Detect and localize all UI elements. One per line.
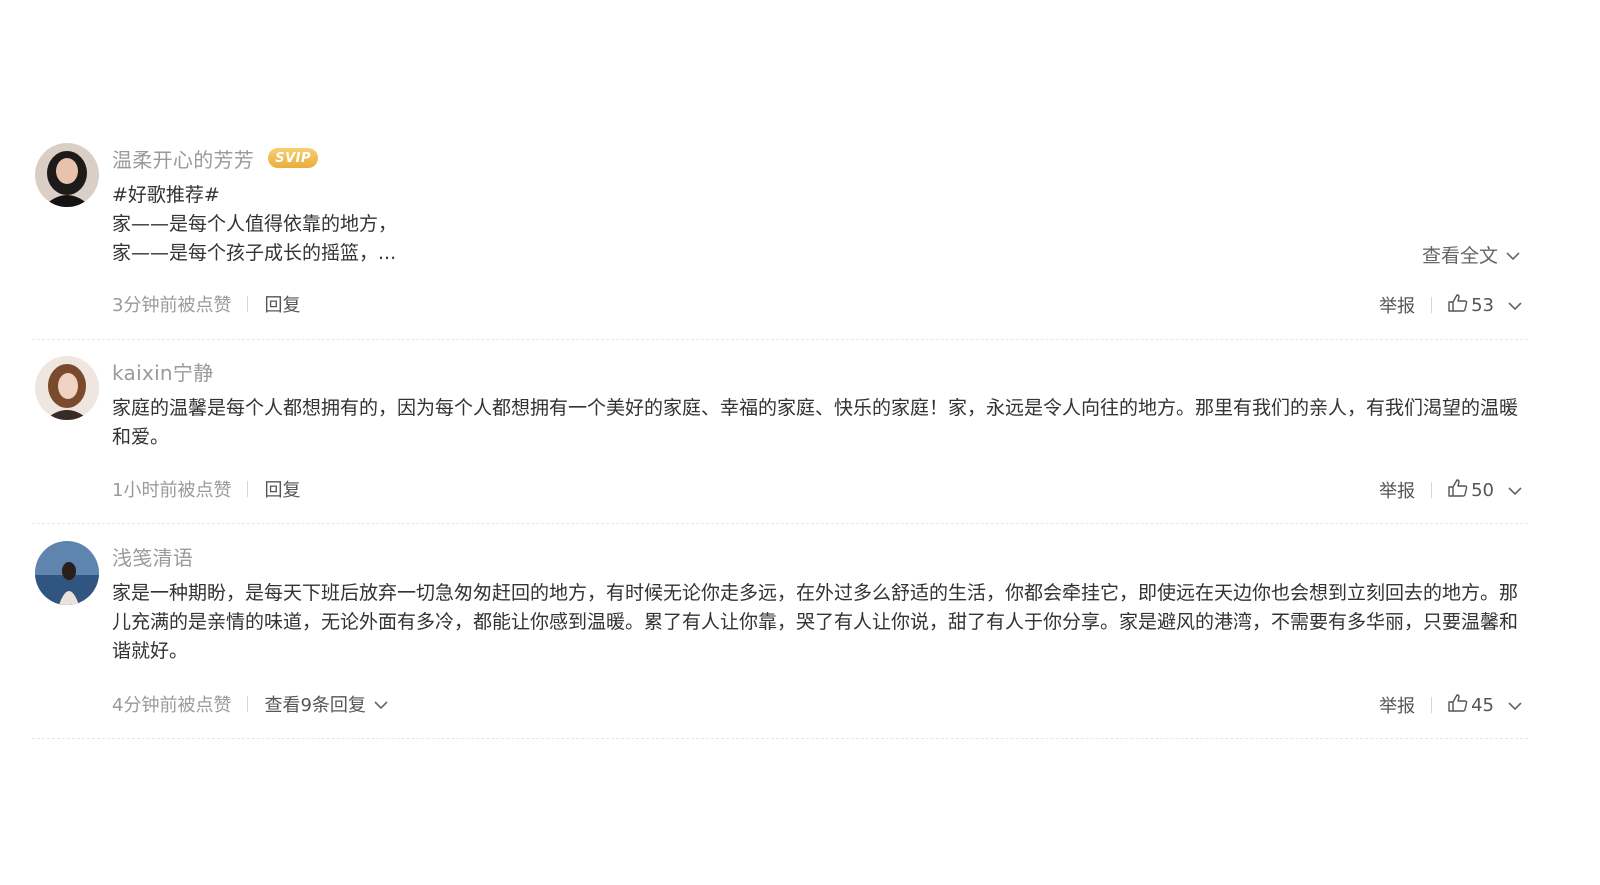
avatar[interactable] bbox=[35, 143, 99, 207]
username[interactable]: kaixin宁静 bbox=[112, 357, 214, 386]
comment-line: 家——是每个孩子成长的摇篮，... bbox=[112, 242, 397, 264]
reply-button[interactable]: 回复 bbox=[264, 291, 300, 317]
chevron-down-icon[interactable] bbox=[1508, 295, 1522, 316]
separator bbox=[1431, 482, 1433, 498]
view-replies-button[interactable]: 查看9条回复 bbox=[264, 691, 388, 717]
svip-badge: SVIP bbox=[268, 148, 319, 168]
chevron-down-icon bbox=[374, 694, 388, 715]
like-button[interactable]: 50 bbox=[1448, 478, 1494, 502]
like-count: 45 bbox=[1471, 694, 1494, 716]
like-count: 53 bbox=[1471, 294, 1494, 316]
separator bbox=[1431, 697, 1433, 713]
comment-text: #好歌推荐# 家——是每个人值得依靠的地方， 家——是每个孩子成长的摇篮，... bbox=[112, 181, 1528, 268]
avatar[interactable] bbox=[35, 541, 99, 605]
separator bbox=[1431, 297, 1433, 313]
comment-paragraph: 家庭的温馨是每个人都想拥有的，因为每个人都想拥有一个美好的家庭、幸福的家庭、快乐… bbox=[112, 397, 1519, 448]
view-replies-label: 查看9条回复 bbox=[264, 695, 366, 716]
view-full-button[interactable]: 查看全文 bbox=[1422, 241, 1520, 268]
chevron-down-icon[interactable] bbox=[1508, 695, 1522, 716]
username[interactable]: 温柔开心的芳芳 bbox=[112, 144, 254, 173]
thumbs-up-icon bbox=[1448, 293, 1468, 317]
like-time: 4分钟前被点赞 bbox=[112, 695, 232, 716]
report-button[interactable]: 举报 bbox=[1379, 692, 1415, 718]
thumbs-up-icon bbox=[1448, 478, 1468, 502]
comment-line: 家——是每个人值得依靠的地方， bbox=[112, 213, 398, 235]
divider bbox=[32, 339, 1528, 340]
reply-label: 回复 bbox=[264, 295, 301, 316]
comment-paragraph: 家是一种期盼，是每天下班后放弃一切急匆匆赶回的地方，有时候无论你走多远，在外过多… bbox=[112, 582, 1519, 662]
separator bbox=[247, 696, 249, 712]
like-count: 50 bbox=[1471, 479, 1494, 501]
thumbs-up-icon bbox=[1448, 693, 1468, 717]
like-time: 3分钟前被点赞 bbox=[112, 295, 232, 316]
report-button[interactable]: 举报 bbox=[1379, 292, 1415, 318]
report-button[interactable]: 举报 bbox=[1379, 477, 1415, 503]
separator bbox=[247, 481, 249, 497]
separator bbox=[247, 296, 249, 312]
reply-label: 回复 bbox=[264, 480, 301, 501]
like-button[interactable]: 45 bbox=[1448, 693, 1494, 717]
divider bbox=[32, 738, 1528, 739]
comment-text: 家是一种期盼，是每天下班后放弃一切急匆匆赶回的地方，有时候无论你走多远，在外过多… bbox=[112, 579, 1528, 666]
view-full-label: 查看全文 bbox=[1421, 245, 1498, 267]
like-button[interactable]: 53 bbox=[1448, 293, 1494, 317]
username[interactable]: 浅笺清语 bbox=[112, 542, 193, 571]
avatar[interactable] bbox=[35, 356, 99, 420]
chevron-down-icon bbox=[1506, 244, 1520, 266]
like-time: 1小时前被点赞 bbox=[112, 480, 232, 501]
divider bbox=[32, 523, 1528, 524]
chevron-down-icon[interactable] bbox=[1508, 480, 1522, 501]
comment-line: #好歌推荐# bbox=[112, 184, 220, 206]
comment-text: 家庭的温馨是每个人都想拥有的，因为每个人都想拥有一个美好的家庭、幸福的家庭、快乐… bbox=[112, 394, 1528, 452]
reply-button[interactable]: 回复 bbox=[264, 476, 300, 502]
